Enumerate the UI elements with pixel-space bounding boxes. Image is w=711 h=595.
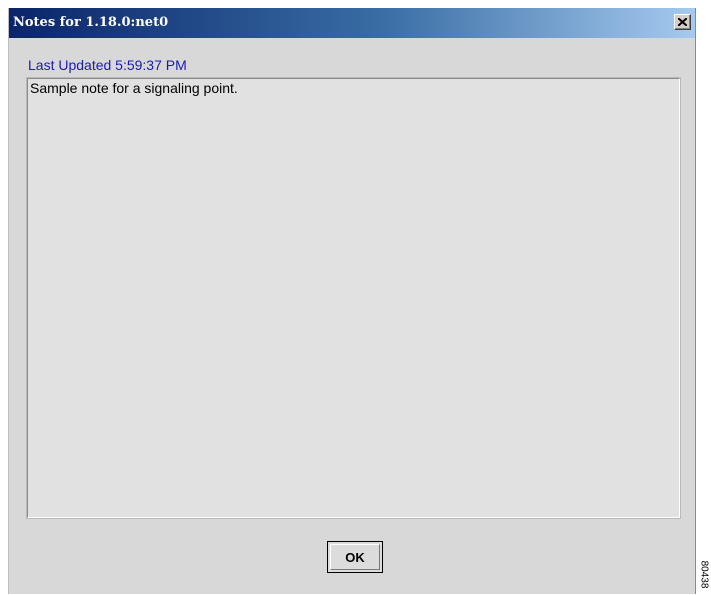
ok-button[interactable]: OK	[327, 541, 383, 573]
notes-dialog: Notes for 1.18.0:net0 Last Updated 5:59:…	[8, 8, 696, 594]
title-bar[interactable]: Notes for 1.18.0:net0	[9, 8, 695, 38]
close-button[interactable]	[674, 14, 691, 30]
note-text-area[interactable]: Sample note for a signaling point.	[27, 78, 680, 518]
note-text: Sample note for a signaling point.	[30, 80, 238, 96]
ok-button-face: OK	[330, 544, 380, 570]
ok-button-label: OK	[345, 549, 365, 565]
figure-id: 80438	[698, 555, 710, 595]
last-updated-label: Last Updated 5:59:37 PM	[28, 57, 187, 73]
window-title: Notes for 1.18.0:net0	[13, 15, 169, 30]
close-icon	[678, 18, 687, 26]
figure-id-text: 80438	[698, 560, 710, 589]
